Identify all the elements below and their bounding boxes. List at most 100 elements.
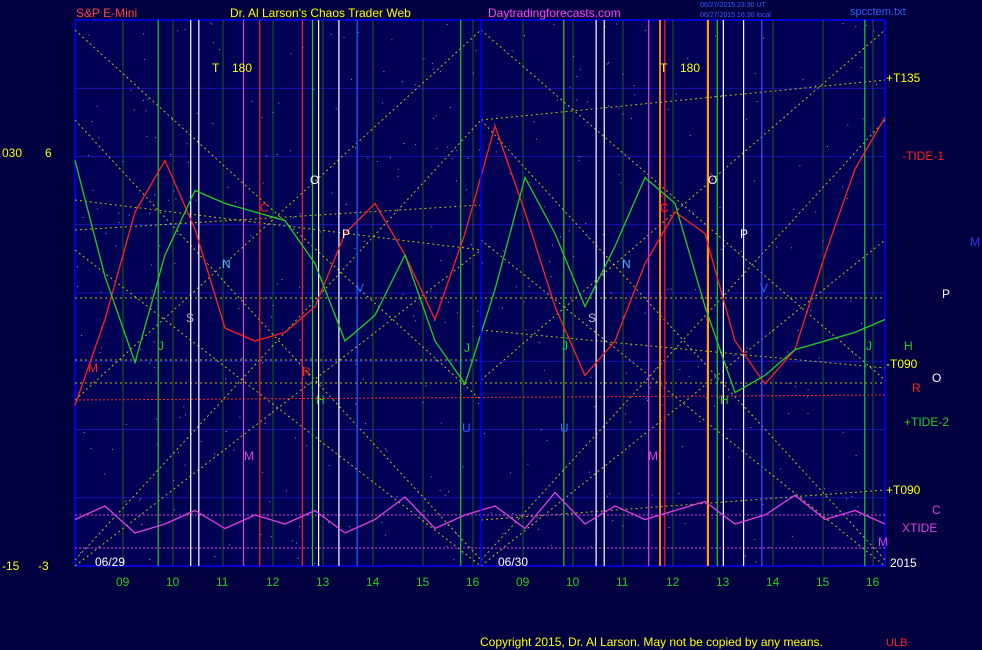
star [579, 68, 581, 70]
star [92, 189, 94, 191]
star [125, 423, 127, 425]
star [183, 406, 185, 408]
star [264, 423, 266, 424]
x-tick-label: 15 [816, 575, 830, 589]
corner-mark: ULB [886, 637, 907, 649]
star [525, 329, 527, 331]
star [96, 208, 98, 210]
star [186, 143, 188, 145]
star [622, 113, 624, 115]
star [365, 423, 366, 425]
star [413, 315, 414, 317]
event-label: S [588, 311, 596, 325]
star [292, 540, 293, 542]
star [118, 222, 120, 223]
star [434, 296, 436, 298]
star [440, 260, 442, 262]
star [661, 404, 663, 406]
star [173, 509, 175, 511]
star [251, 100, 253, 102]
star [646, 400, 648, 402]
event-label: C [260, 201, 269, 215]
star [502, 533, 504, 535]
star [590, 546, 592, 548]
star [622, 525, 624, 527]
star [276, 283, 278, 285]
star [608, 105, 609, 107]
x-tick-label: 10 [566, 575, 580, 589]
chart: 09 10 11 12 13 14 15 16 09 10 11 12 13 14 15 16 06/29 06/… [0, 0, 982, 650]
star [276, 154, 278, 156]
star [423, 58, 425, 60]
star [450, 106, 451, 108]
x-tick-label: 14 [766, 575, 780, 589]
star [729, 428, 731, 430]
star [140, 348, 142, 350]
site-link[interactable]: Daytradingforecasts.com [488, 6, 621, 20]
star [793, 208, 794, 210]
star [846, 198, 848, 200]
star [331, 192, 333, 194]
star [104, 473, 106, 475]
star [444, 321, 446, 323]
star [299, 286, 301, 288]
subtitle: Dr. Al Larson's Chaos Trader Web [230, 6, 411, 20]
star [422, 401, 424, 403]
star [719, 206, 721, 208]
star [262, 182, 264, 184]
star [744, 555, 746, 557]
star [466, 189, 468, 191]
star [842, 23, 844, 24]
star [142, 100, 144, 101]
star [293, 216, 294, 218]
star [115, 245, 117, 247]
star [354, 248, 356, 250]
file-name: spcctem.txt [850, 6, 906, 18]
star [689, 135, 691, 137]
star [533, 121, 535, 123]
event-label: C [660, 201, 669, 215]
star [391, 39, 393, 41]
star [415, 143, 417, 145]
star [77, 266, 78, 268]
star [842, 186, 844, 188]
star [228, 544, 230, 546]
star [815, 211, 817, 213]
star [667, 108, 669, 110]
star [431, 226, 433, 228]
star [285, 490, 287, 492]
star [250, 235, 252, 237]
star [607, 495, 608, 497]
star [622, 73, 624, 75]
star [477, 310, 479, 312]
star [83, 431, 85, 433]
star [147, 98, 149, 100]
star [386, 450, 388, 452]
star [440, 70, 441, 72]
star [177, 451, 179, 453]
star [98, 137, 100, 139]
star [578, 159, 580, 161]
star [630, 344, 632, 346]
star [675, 93, 677, 95]
star [810, 309, 812, 311]
star [633, 85, 635, 87]
star [827, 146, 828, 147]
star [654, 368, 656, 370]
star [355, 403, 357, 405]
star [754, 72, 756, 74]
star [167, 199, 169, 201]
star [281, 279, 283, 280]
star [715, 35, 716, 37]
star [150, 264, 152, 266]
star [797, 330, 799, 332]
star [402, 293, 404, 295]
event-label: R [302, 365, 311, 379]
star [847, 124, 849, 126]
timestamp-local: 06/27/2015 16:30 local [700, 12, 771, 19]
star [156, 418, 157, 420]
title: S&P E-Mini [76, 6, 137, 20]
star [364, 240, 366, 242]
star [174, 262, 176, 264]
star [754, 539, 756, 540]
